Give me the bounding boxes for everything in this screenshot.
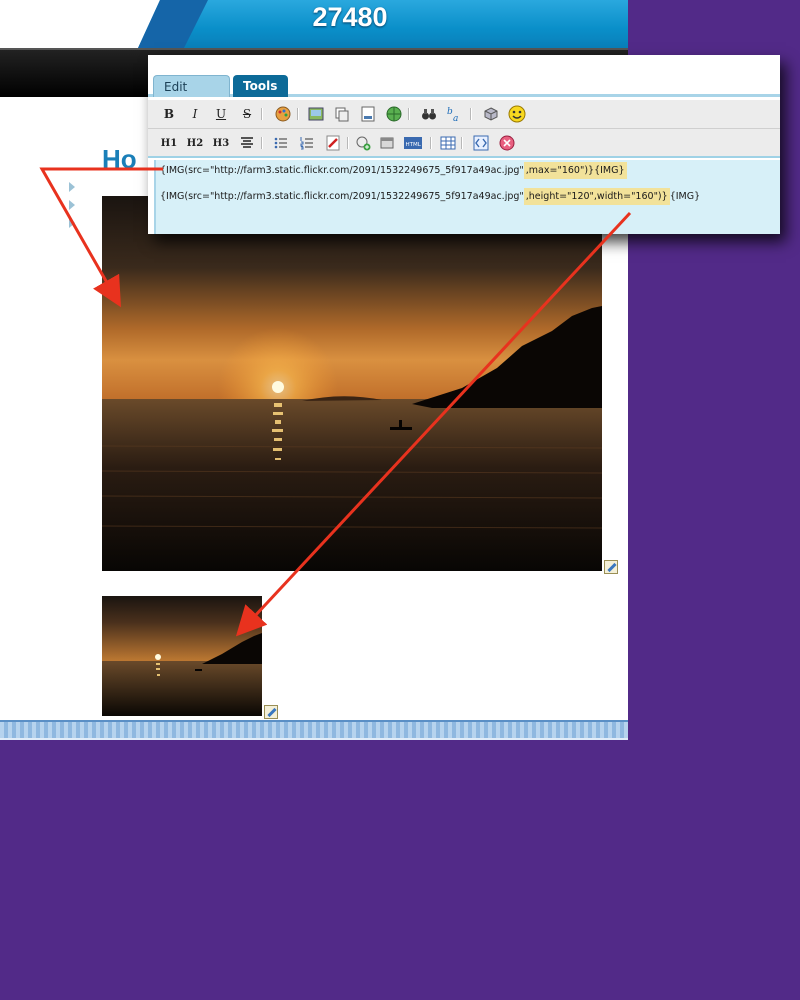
table-button[interactable]	[438, 133, 458, 153]
attach-button[interactable]	[323, 133, 343, 153]
tab-tools[interactable]: Tools	[233, 75, 288, 97]
editor-toolbar-row1: B I U S ba	[148, 100, 780, 129]
toolbar-separator	[297, 108, 299, 120]
numbered-list-icon	[300, 137, 313, 150]
code-line-2-highlight: ,height="120",width="160")}	[523, 188, 670, 205]
add-button[interactable]	[353, 133, 373, 153]
box-button[interactable]	[377, 133, 397, 153]
editor-toolbar-row2: H1 H2 H3 HTML	[148, 129, 780, 158]
sidebar-bullet[interactable]	[69, 182, 75, 192]
toolbar-separator	[430, 137, 432, 149]
spellcheck-icon: ba	[447, 107, 458, 123]
toolbar-separator	[261, 108, 263, 120]
code-button[interactable]	[471, 133, 491, 153]
code-line-1: {IMG(src="http://farm3.static.flickr.com…	[160, 162, 627, 179]
toolbar-separator	[461, 137, 463, 149]
align-center-icon	[241, 137, 253, 148]
underline-button[interactable]: U	[211, 104, 231, 124]
color-button[interactable]	[273, 104, 293, 124]
add-link-icon	[356, 136, 371, 151]
page-title: Ho	[102, 144, 137, 174]
tab-edit-page[interactable]: Edit page	[153, 75, 230, 116]
image-icon	[308, 107, 324, 121]
site-header: 27480	[0, 0, 628, 48]
italic-button[interactable]: I	[185, 104, 205, 124]
sunset-photo-large[interactable]	[102, 196, 602, 571]
html-button[interactable]: HTML	[403, 133, 423, 153]
code-line-2: {IMG(src="http://farm3.static.flickr.com…	[160, 188, 701, 205]
h2-button[interactable]: H2	[185, 133, 205, 153]
code-line-1-highlight: ,max="160")}{IMG}	[523, 162, 627, 179]
bullet-list-icon	[274, 137, 287, 149]
edit-image-icon[interactable]	[264, 705, 278, 719]
code-icon	[473, 135, 489, 151]
editor-textarea[interactable]: {IMG(src="http://farm3.static.flickr.com…	[154, 160, 780, 234]
center-button[interactable]	[237, 133, 257, 153]
plugin-button[interactable]	[481, 104, 501, 124]
code-line-2-suffix: {IMG}	[669, 191, 701, 202]
stop-button[interactable]	[497, 133, 517, 153]
box-icon	[380, 137, 394, 149]
strikethrough-button[interactable]: S	[237, 104, 257, 124]
toolbar-separator	[470, 108, 472, 120]
sunset-photo-small[interactable]	[102, 596, 262, 716]
svg-text:HTML: HTML	[406, 142, 422, 148]
save-button[interactable]	[358, 104, 378, 124]
sidebar-bullet[interactable]	[69, 200, 75, 210]
sunset-photo-large-graphic	[102, 196, 602, 571]
footer-bar	[0, 720, 628, 740]
wiki-editor: Edit page Tools B I U S ba	[148, 55, 780, 234]
find-button[interactable]	[419, 104, 439, 124]
bold-button[interactable]: B	[159, 104, 179, 124]
editor-tabs: Edit page Tools	[148, 55, 780, 116]
stop-icon	[499, 135, 515, 151]
copy-icon	[335, 107, 349, 122]
unordered-list-button[interactable]	[271, 133, 291, 153]
edit-image-icon[interactable]	[604, 560, 618, 574]
palette-icon	[275, 106, 291, 122]
smiley-button[interactable]	[507, 104, 527, 124]
pdf-icon	[326, 135, 340, 151]
toolbar-separator	[408, 108, 410, 120]
svg-text:a: a	[453, 114, 458, 123]
sidebar-bullet[interactable]	[69, 218, 75, 228]
save-icon	[361, 106, 375, 122]
sunset-photo-small-graphic	[102, 596, 262, 716]
html-icon: HTML	[404, 137, 422, 149]
link-button[interactable]	[384, 104, 404, 124]
binoculars-icon	[422, 109, 436, 120]
toolbar-separator	[261, 137, 263, 149]
copy-button[interactable]	[332, 104, 352, 124]
ordered-list-button[interactable]	[297, 133, 317, 153]
h3-button[interactable]: H3	[211, 133, 231, 153]
visitor-counter: 27480	[312, 2, 388, 32]
code-line-1-src: {IMG(src="http://farm3.static.flickr.com…	[160, 165, 524, 176]
toolbar-separator	[347, 137, 349, 149]
globe-icon	[386, 106, 402, 122]
table-icon	[440, 136, 456, 150]
smiley-icon	[508, 105, 526, 123]
cube-icon	[484, 107, 498, 121]
image-button[interactable]	[306, 104, 326, 124]
code-line-2-src: {IMG(src="http://farm3.static.flickr.com…	[160, 191, 524, 202]
h1-button[interactable]: H1	[159, 133, 179, 153]
spellcheck-button[interactable]: ba	[445, 104, 465, 124]
